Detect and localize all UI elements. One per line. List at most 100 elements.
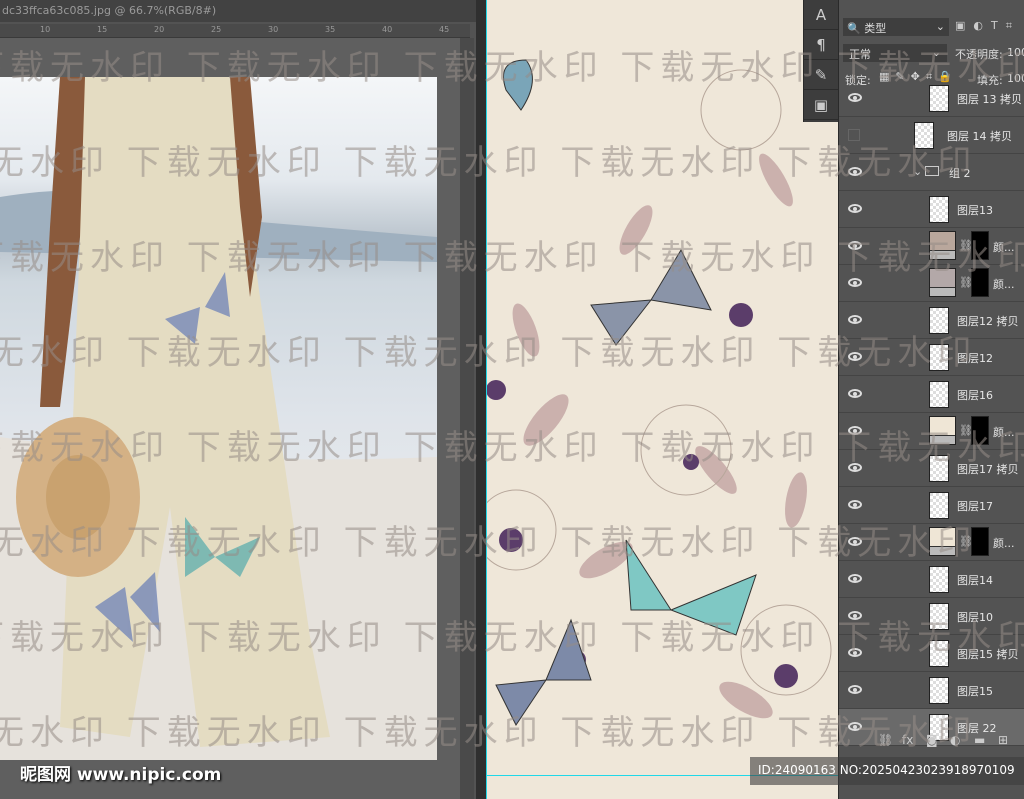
layer-row[interactable]: 图层 14 拷贝 — [839, 117, 1024, 154]
layer-name: 图层12 — [957, 352, 993, 365]
layer-row[interactable]: 图层12 拷贝 — [839, 302, 1024, 339]
layer-row[interactable]: 图层 13 拷贝 — [839, 80, 1024, 117]
layer-row[interactable]: 图层16 — [839, 376, 1024, 413]
layer-row[interactable]: 图层14 — [839, 561, 1024, 598]
layer-row[interactable]: 图层13 — [839, 191, 1024, 228]
filter-icons[interactable]: ▣◐T⌗ — [955, 19, 1020, 33]
panel-tool-strip: A ¶ ✎ ▣ — [803, 0, 838, 122]
new-layer-icon[interactable]: ⊞ — [998, 733, 1008, 747]
layer-row[interactable]: 图层10 — [839, 598, 1024, 635]
model-photo — [0, 77, 437, 760]
character-icon[interactable]: A — [804, 0, 838, 30]
layer-row[interactable]: ⛓ 颜... — [839, 265, 1024, 302]
eye-icon[interactable] — [848, 500, 862, 509]
eye-icon[interactable] — [848, 611, 862, 620]
blend-mode-select[interactable]: 正常 ⌄ — [843, 44, 947, 62]
layer-row[interactable]: 图层17 拷贝 — [839, 450, 1024, 487]
layer-row[interactable]: ⛓ 颜... — [839, 228, 1024, 265]
layer-name: 图层16 — [957, 389, 993, 402]
folder-icon — [925, 166, 939, 176]
ruler-tick: 40 — [382, 25, 393, 34]
layer-thumbnail — [929, 640, 949, 667]
eye-icon[interactable] — [848, 352, 862, 361]
opacity-input[interactable]: 100 — [1007, 46, 1024, 59]
vertical-scrollbar[interactable] — [460, 38, 474, 799]
image-id-text: ID:24090163 NO:20250423023918970109 — [758, 763, 1015, 777]
layer-row[interactable]: ⛓ 颜... — [839, 413, 1024, 450]
eye-icon[interactable] — [848, 685, 862, 694]
layer-name: 图层14 — [957, 574, 993, 587]
document-tab-title: dc33ffca63c085.jpg @ 66.7%(RGB/8#) — [2, 4, 217, 17]
layer-mask-thumbnail — [971, 231, 989, 260]
document-window: dc33ffca63c085.jpg @ 66.7%(RGB/8#) 10 15 2… — [0, 0, 476, 799]
document-tab[interactable]: dc33ffca63c085.jpg @ 66.7%(RGB/8#) — [0, 0, 476, 22]
ruler-tick: 35 — [325, 25, 336, 34]
adjustment-thumbnail — [929, 231, 956, 260]
layer-thumbnail — [914, 122, 934, 149]
layer-comps-icon[interactable]: ▣ — [804, 90, 838, 120]
brush-settings-icon[interactable]: ✎ — [804, 60, 838, 90]
eye-icon[interactable] — [848, 537, 862, 546]
mask-icon[interactable]: ◙ — [926, 733, 938, 747]
adjustment-icon[interactable]: ◐ — [950, 733, 960, 747]
layer-row[interactable]: 图层17 — [839, 487, 1024, 524]
link-icon[interactable]: ⛓ — [878, 733, 893, 747]
eye-icon[interactable] — [848, 204, 862, 213]
eye-icon[interactable] — [848, 167, 862, 176]
eye-icon[interactable] — [848, 574, 862, 583]
adjustment-thumbnail — [929, 527, 956, 556]
eye-icon[interactable] — [848, 315, 862, 324]
layer-thumbnail — [929, 603, 949, 630]
layer-name: 颜... — [993, 278, 1015, 291]
eye-icon[interactable] — [848, 426, 862, 435]
floral-butterfly-pattern — [486, 59, 832, 726]
layer-name: 图层17 — [957, 500, 993, 513]
image-id-bar: ID:24090163 NO:20250423023918970109 — [750, 757, 1024, 785]
layer-name: 图层 13 拷贝 — [957, 93, 1022, 106]
layer-row[interactable]: ⛓ 颜... — [839, 524, 1024, 561]
layer-mask-thumbnail — [971, 268, 989, 297]
visibility-toggle[interactable] — [848, 129, 860, 141]
eye-icon[interactable] — [848, 278, 862, 287]
guide-line-vertical — [486, 0, 487, 799]
ruler-tick: 30 — [268, 25, 279, 34]
horizontal-ruler: 10 15 20 25 30 35 40 45 — [0, 24, 470, 38]
adjustment-thumbnail — [929, 268, 956, 297]
layer-row[interactable]: 图层12 — [839, 339, 1024, 376]
site-logo: 昵图网 www.nipic.com — [20, 765, 222, 785]
eye-icon[interactable] — [848, 463, 862, 472]
layer-row[interactable]: ⌄ 组 2 — [839, 154, 1024, 191]
eye-icon[interactable] — [848, 93, 862, 102]
paragraph-icon[interactable]: ¶ — [804, 30, 838, 60]
eye-icon[interactable] — [848, 389, 862, 398]
pattern-canvas[interactable] — [486, 0, 838, 799]
layer-name: 颜... — [993, 241, 1015, 254]
folder-icon[interactable]: ▬ — [974, 733, 985, 747]
layer-thumbnail — [929, 307, 949, 334]
layer-name: 图层15 拷贝 — [957, 648, 1019, 661]
eye-icon[interactable] — [848, 241, 862, 250]
ruler-tick: 20 — [154, 25, 165, 34]
blend-mode-value: 正常 — [849, 48, 871, 61]
window-divider — [476, 0, 486, 799]
opacity-label: 不透明度: — [955, 48, 1003, 61]
layers-bottom-toolbar: ⛓ fx ◙ ◐ ▬ ⊞ — [838, 730, 1024, 752]
layer-thumbnail — [929, 196, 949, 223]
adjustment-thumbnail — [929, 416, 956, 445]
layer-row[interactable]: 图层15 拷贝 — [839, 635, 1024, 672]
layer-thumbnail — [929, 566, 949, 593]
filter-label: 类型 — [864, 22, 887, 35]
layer-row[interactable]: 图层15 — [839, 672, 1024, 709]
eye-icon[interactable] — [848, 648, 862, 657]
layer-thumbnail — [929, 492, 949, 519]
layer-thumbnail — [929, 85, 949, 112]
chevron-down-icon[interactable]: ⌄ — [913, 165, 922, 178]
layer-thumbnail — [929, 381, 949, 408]
layer-name: 图层 14 拷贝 — [947, 130, 1012, 143]
butterfly-gray — [590, 248, 712, 346]
layer-name: 图层17 拷贝 — [957, 463, 1019, 476]
fx-icon[interactable]: fx — [902, 733, 913, 747]
ruler-tick: 10 — [40, 25, 51, 34]
ruler-tick: 45 — [439, 25, 450, 34]
layer-filter-select[interactable]: 🔍 类型 ⌄ — [843, 18, 949, 36]
